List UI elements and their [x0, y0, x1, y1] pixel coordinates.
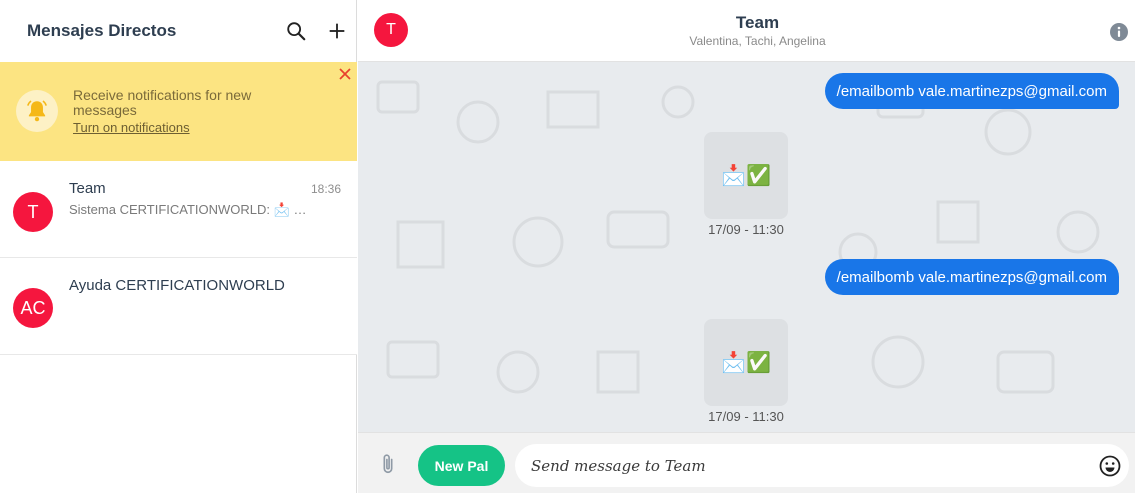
conversation-item-ayuda[interactable]: AC Ayuda CERTIFICATIONWORLD	[0, 258, 357, 355]
outgoing-message[interactable]: /emailbomb vale.martinezps@gmail.com	[824, 259, 1119, 295]
chat-header: T Team Valentina, Tachi, Angelina	[358, 0, 1135, 62]
sidebar: Mensajes Directos Receive notifications …	[0, 0, 357, 493]
smiley-icon[interactable]	[1099, 455, 1121, 477]
search-icon[interactable]	[285, 20, 307, 42]
plus-icon[interactable]	[326, 20, 348, 42]
conversation-time: 18:36	[311, 182, 342, 196]
conversation-name: Ayuda CERTIFICATIONWORLD	[69, 277, 285, 294]
composer: New Pal	[358, 432, 1135, 493]
avatar: T	[13, 192, 53, 232]
avatar: AC	[13, 288, 53, 328]
message-timestamp: 17/09 - 11:30	[708, 409, 784, 424]
new-pal-button[interactable]: New Pal	[418, 445, 505, 486]
system-message-card[interactable]: 📩✅	[704, 132, 788, 219]
conversation-name: Team	[69, 180, 106, 197]
mail-check-icon: 📩✅	[721, 352, 771, 374]
sidebar-header: Mensajes Directos	[0, 0, 357, 62]
bell-icon	[16, 90, 58, 132]
sidebar-title: Mensajes Directos	[27, 21, 177, 40]
notification-banner: Receive notifications for new messages T…	[0, 62, 357, 161]
chat-members: Valentina, Tachi, Angelina	[689, 34, 826, 48]
mail-check-icon: 📩✅	[721, 165, 771, 187]
close-icon[interactable]	[338, 67, 352, 81]
system-message-card[interactable]: 📩✅	[704, 319, 788, 406]
message-list[interactable]: /emailbomb vale.martinezps@gmail.com 📩✅ …	[358, 62, 1135, 432]
conversation-item-team[interactable]: T Team 18:36 Sistema CERTIFICATIONWORLD:…	[0, 161, 357, 258]
message-input[interactable]	[515, 444, 1129, 487]
turn-on-notifications-link[interactable]: Turn on notifications	[73, 120, 190, 135]
outgoing-message[interactable]: /emailbomb vale.martinezps@gmail.com	[824, 73, 1119, 109]
notification-text: Receive notifications for new messages	[73, 87, 252, 118]
conversation-preview: Sistema CERTIFICATIONWORLD: 📩 …	[69, 202, 307, 217]
paperclip-icon[interactable]	[378, 453, 398, 475]
message-timestamp: 17/09 - 11:30	[708, 222, 784, 237]
chat-title: Team	[735, 13, 780, 32]
info-icon[interactable]	[1109, 22, 1129, 42]
